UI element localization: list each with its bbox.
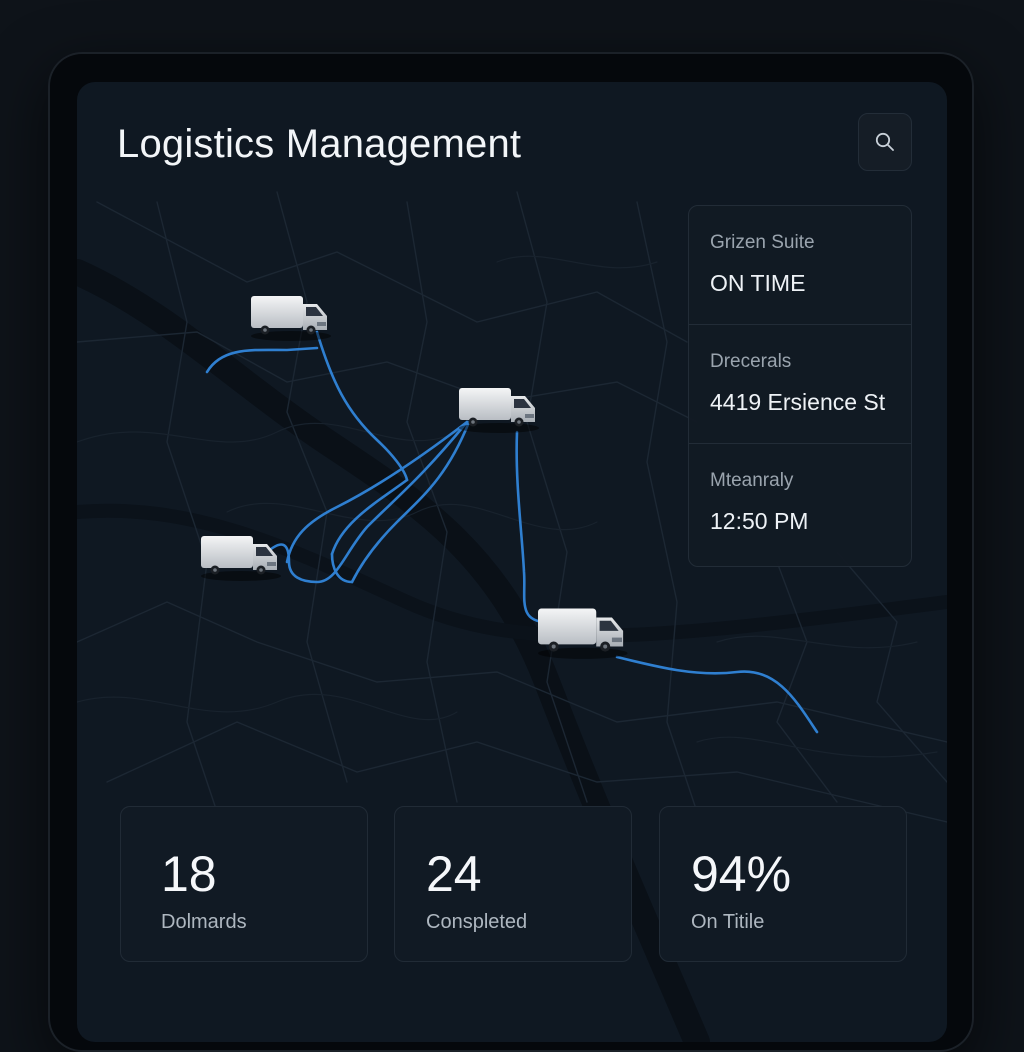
stat-label: On Titile: [691, 911, 765, 933]
info-row: Grizen Suite ON TIME: [689, 206, 911, 325]
app-screen: Logistics Management Grizen Suite ON TIM…: [77, 82, 947, 1042]
stat-value: 18: [161, 846, 217, 902]
info-row: Mteanraly 12:50 PM: [689, 444, 911, 563]
info-label: Grizen Suite: [710, 232, 815, 253]
stat-card[interactable]: 18 Dolmards: [120, 806, 368, 962]
truck-icon[interactable]: [251, 296, 331, 341]
info-value: 12:50 PM: [710, 508, 809, 534]
page-title: Logistics Management: [117, 122, 522, 166]
info-label: Mteanraly: [710, 470, 794, 491]
truck-icon[interactable]: [538, 608, 628, 659]
stat-label: Conspleted: [426, 911, 528, 933]
stat-value: 94%: [691, 846, 792, 902]
stat-label: Dolmards: [161, 911, 247, 933]
info-row: Drecerals 4419 Ersience St: [689, 325, 911, 444]
search-button[interactable]: [858, 113, 912, 171]
info-label: Drecerals: [710, 351, 792, 372]
stat-card[interactable]: 94% On Titile: [659, 806, 907, 962]
info-value: 4419 Ersience St: [710, 389, 886, 415]
info-value: ON TIME: [710, 270, 806, 296]
stat-card[interactable]: 24 Conspleted: [394, 806, 632, 962]
stat-value: 24: [426, 846, 482, 902]
shipment-details-panel: Grizen Suite ON TIME Drecerals 4419 Ersi…: [688, 205, 912, 567]
search-icon: [875, 132, 894, 151]
truck-icon[interactable]: [459, 388, 539, 433]
